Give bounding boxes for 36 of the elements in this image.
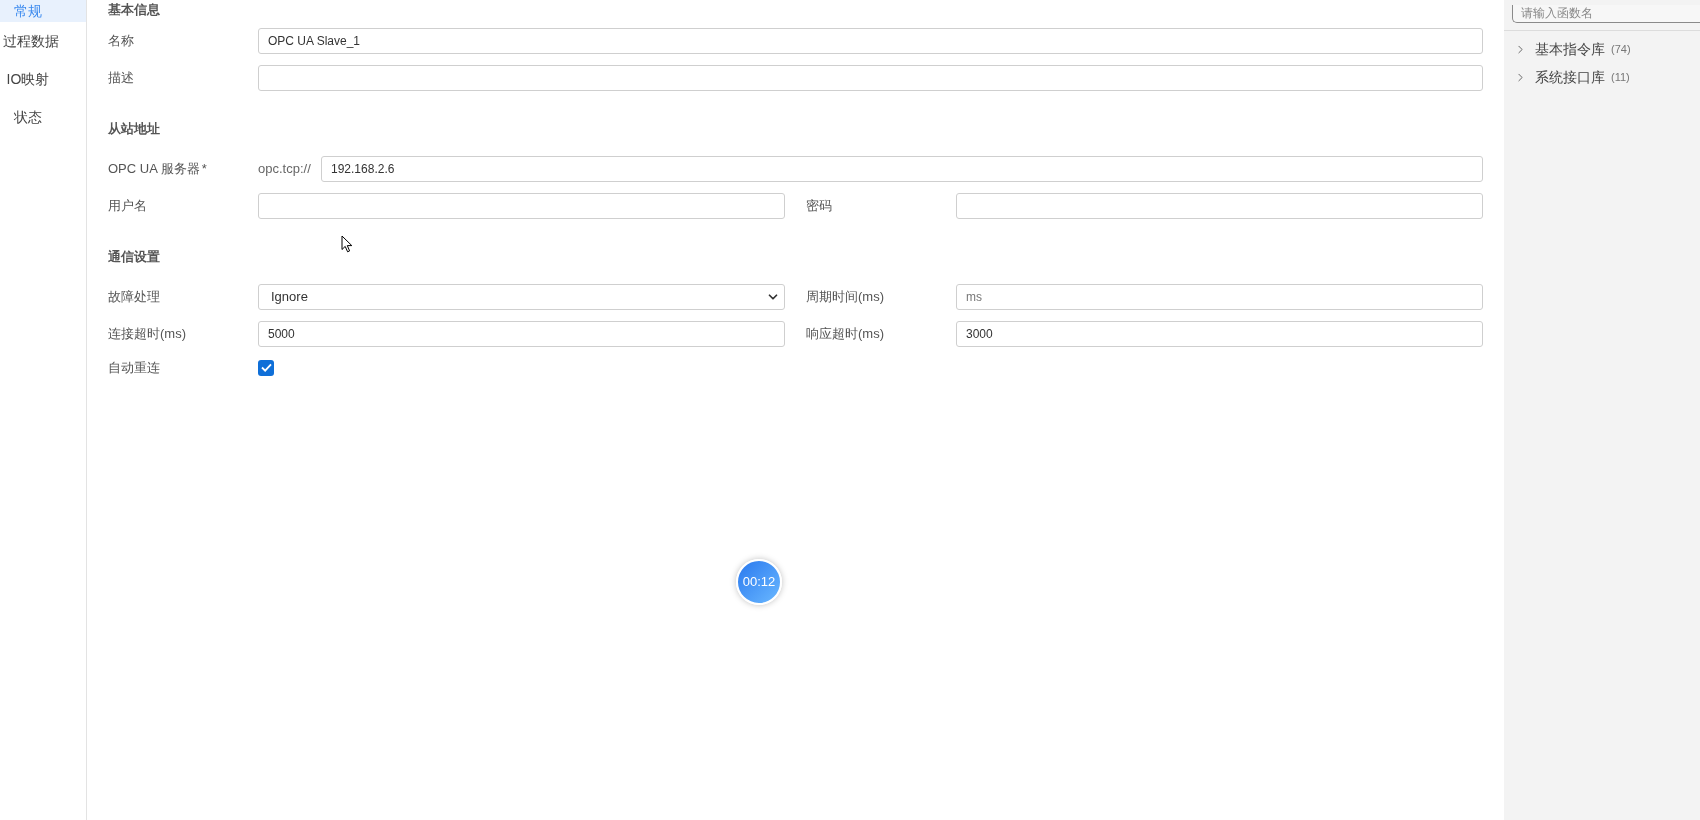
item-count: (11) bbox=[1611, 69, 1630, 85]
tree-item-label[interactable]: 基本指令库 bbox=[1535, 38, 1605, 60]
section-title: 通信设置 bbox=[108, 248, 160, 267]
input-field[interactable]: 5000 bbox=[258, 321, 785, 347]
checkbox[interactable] bbox=[258, 359, 274, 376]
field-label: 密码 bbox=[806, 197, 832, 216]
select-field[interactable]: Ignore bbox=[258, 284, 785, 310]
input-field[interactable]: 192.168.2.6 bbox=[321, 156, 1483, 182]
field-label: 响应超时(ms) bbox=[806, 325, 884, 344]
timer-badge: 00:12 bbox=[736, 559, 782, 605]
sidebar-item[interactable]: IO映射 bbox=[0, 60, 86, 98]
field-label: 连接超时(ms) bbox=[108, 325, 186, 344]
field-label: 故障处理 bbox=[108, 288, 160, 307]
sidebar-item[interactable]: 状态 bbox=[0, 98, 86, 136]
tree-item-label[interactable]: 系统接口库 bbox=[1535, 66, 1605, 88]
field-label: 名称 bbox=[108, 32, 134, 51]
check-icon bbox=[260, 363, 272, 373]
input-field[interactable] bbox=[258, 65, 1483, 91]
input-field[interactable]: ms bbox=[956, 284, 1483, 310]
field-label: OPC UA 服务器 bbox=[108, 160, 200, 179]
required-mark: * bbox=[201, 160, 207, 179]
field-label: 周期时间(ms) bbox=[806, 288, 884, 307]
sidebar-item[interactable]: 过程数据 bbox=[0, 22, 86, 60]
item-count: (74) bbox=[1611, 41, 1631, 57]
field-label: 自动重连 bbox=[108, 359, 160, 377]
search-field[interactable]: 请输入函数名 bbox=[1512, 4, 1700, 23]
mouse-pointer-icon bbox=[341, 235, 353, 253]
field-label: 用户名 bbox=[108, 197, 147, 216]
section-title: 基本信息 bbox=[108, 1, 160, 20]
input-field[interactable] bbox=[258, 193, 785, 219]
input-field[interactable]: OPC UA Slave_1 bbox=[258, 28, 1483, 54]
section-title: 从站地址 bbox=[108, 120, 160, 139]
input-field[interactable]: 3000 bbox=[956, 321, 1483, 347]
input-field[interactable] bbox=[956, 193, 1483, 219]
field-label: 描述 bbox=[108, 69, 134, 88]
url-prefix: opc.tcp:// bbox=[258, 160, 312, 179]
